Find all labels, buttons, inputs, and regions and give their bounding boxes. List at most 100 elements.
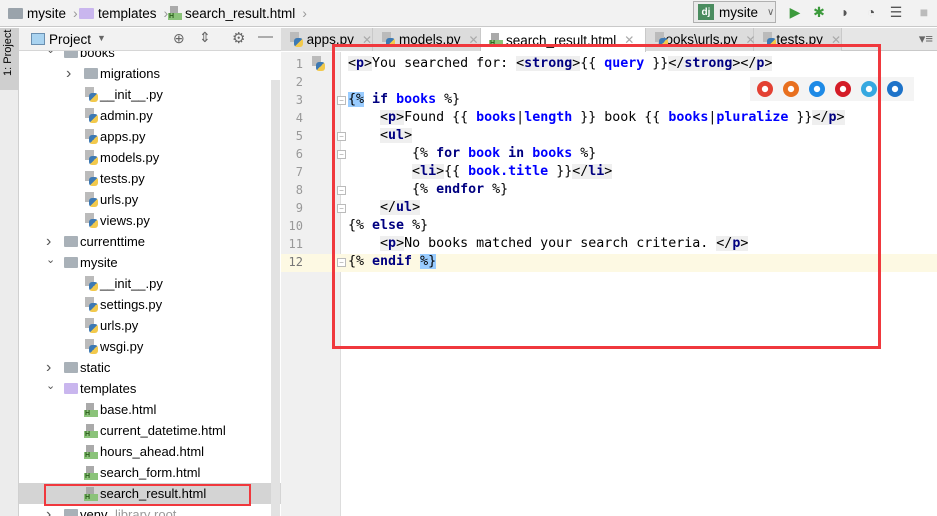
django-icon: dj	[698, 4, 714, 20]
python-file-icon	[84, 213, 98, 228]
annotation-highlight-selected-file	[44, 484, 251, 506]
run-configuration-dropdown[interactable]: dj mysite ∨	[693, 1, 776, 23]
html-file-icon	[84, 466, 98, 480]
line-number: 8	[295, 183, 303, 197]
tree-item[interactable]: › currenttime	[19, 231, 281, 252]
python-file-icon	[84, 150, 98, 165]
line-number: 3	[295, 93, 303, 107]
tree-item-label: urls.py	[100, 318, 139, 333]
breadcrumb-mysite[interactable]: mysite ›	[8, 4, 78, 22]
tree-item[interactable]: models.py	[19, 147, 281, 168]
tree-item-label: current_datetime.html	[100, 423, 226, 438]
python-file-icon	[289, 32, 303, 47]
tree-item-label: currenttime	[80, 234, 146, 249]
project-panel-title[interactable]: Project	[49, 32, 91, 47]
folder-icon	[8, 7, 23, 19]
tree-item[interactable]: views.py	[19, 210, 281, 231]
tree-item[interactable]: ⌄ books	[19, 51, 281, 63]
html-file-icon	[168, 6, 182, 20]
tree-item[interactable]: base.html	[19, 399, 281, 420]
tree-item-label: mysite	[80, 255, 118, 270]
tree-item-label: static	[80, 360, 111, 375]
tree-item[interactable]: wsgi.py	[19, 336, 281, 357]
stop-icon[interactable]: ■	[916, 4, 932, 20]
tree-item-label: __init__.py	[100, 87, 163, 102]
folder-icon	[64, 257, 78, 268]
tree-item[interactable]: ⌄ templates	[19, 378, 281, 399]
project-tool-tab[interactable]: 1: Project	[0, 28, 19, 90]
folder-icon	[64, 51, 78, 58]
tree-item-label: urls.py	[100, 192, 139, 207]
minimize-icon[interactable]: —	[258, 28, 273, 45]
tree-item[interactable]: hours_ahead.html	[19, 441, 281, 462]
annotation-highlight-code	[332, 44, 881, 349]
python-file-icon	[84, 339, 98, 354]
line-number: 12	[288, 255, 303, 269]
line-number: 5	[295, 129, 303, 143]
tool-window-strip	[0, 28, 19, 516]
chevron-down-icon[interactable]: ⌄	[46, 379, 55, 392]
breadcrumb-label: mysite	[27, 5, 67, 21]
collapse-all-icon[interactable]: ⇕	[199, 29, 211, 46]
python-file-icon	[84, 108, 98, 123]
navigation-bar: mysite › templates› search_result.html › d…	[0, 0, 937, 27]
tree-item-label: __init__.py	[100, 276, 163, 291]
tree-item[interactable]: current_datetime.html	[19, 420, 281, 441]
profile-icon[interactable]: ◔	[863, 4, 879, 20]
chevron-right-icon: ›	[302, 5, 307, 21]
project-view-icon	[31, 33, 45, 45]
tree-item[interactable]: search_form.html	[19, 462, 281, 483]
tree-item-label: views.py	[100, 213, 150, 228]
tree-item-label: models.py	[100, 150, 160, 165]
breadcrumb-file[interactable]: search_result.html ›	[168, 4, 307, 22]
project-tool-label: 1: Project	[2, 29, 14, 76]
tree-item[interactable]: settings.py	[19, 294, 281, 315]
tab-list-icon[interactable]: ▾≡	[919, 31, 933, 47]
tree-item[interactable]: urls.py	[19, 315, 281, 336]
coverage-icon[interactable]: ◗	[837, 4, 853, 20]
chevron-right-icon[interactable]: ›	[46, 506, 51, 516]
line-number: 4	[295, 111, 303, 125]
chevron-down-icon[interactable]: ⌄	[46, 253, 55, 266]
tree-item-label: templates	[80, 381, 137, 396]
folder-icon	[64, 383, 78, 394]
folder-icon	[84, 68, 98, 79]
folder-icon	[64, 362, 78, 373]
tree-scrollbar[interactable]	[271, 80, 280, 516]
tree-item-label: admin.py	[100, 108, 153, 123]
chevron-down-icon: ∨	[767, 6, 775, 18]
breadcrumb-templates[interactable]: templates ›	[79, 4, 168, 22]
debug-icon[interactable]: ✱	[811, 4, 827, 20]
line-number: 6	[295, 147, 303, 161]
folder-icon	[64, 509, 78, 516]
chevron-right-icon[interactable]: ›	[46, 233, 51, 251]
python-file-icon	[84, 129, 98, 144]
tree-item[interactable]: › migrations	[19, 63, 281, 84]
tree-item-label: base.html	[100, 402, 157, 417]
tree-item[interactable]: › static	[19, 357, 281, 378]
breadcrumb-label: templates	[98, 5, 157, 21]
concurrency-icon[interactable]: ☰	[888, 4, 904, 20]
folder-icon	[64, 236, 78, 247]
chevron-right-icon[interactable]: ›	[46, 359, 51, 377]
chevron-right-icon[interactable]: ›	[66, 65, 71, 83]
tree-item[interactable]: ⌄ mysite	[19, 252, 281, 273]
chevron-down-icon[interactable]: ⌄	[46, 51, 55, 56]
python-file-icon	[84, 87, 98, 102]
breadcrumb-label: search_result.html	[185, 5, 296, 21]
tree-item[interactable]: __init__.py	[19, 273, 281, 294]
tree-item[interactable]: apps.py	[19, 126, 281, 147]
gear-icon[interactable]: ⚙	[232, 29, 245, 47]
tree-item[interactable]: tests.py	[19, 168, 281, 189]
locate-icon[interactable]: ⊕	[173, 30, 185, 47]
edge-icon[interactable]	[887, 81, 903, 97]
run-icon[interactable]: ▶	[787, 4, 803, 20]
tree-item[interactable]: urls.py	[19, 189, 281, 210]
chevron-down-icon[interactable]: ▼	[97, 33, 106, 43]
tree-item-label: settings.py	[100, 297, 163, 312]
tree-item[interactable]: __init__.py	[19, 84, 281, 105]
line-number: 7	[295, 165, 303, 179]
line-number: 10	[288, 219, 303, 233]
tree-item-label: venv	[80, 507, 108, 516]
tree-item[interactable]: admin.py	[19, 105, 281, 126]
